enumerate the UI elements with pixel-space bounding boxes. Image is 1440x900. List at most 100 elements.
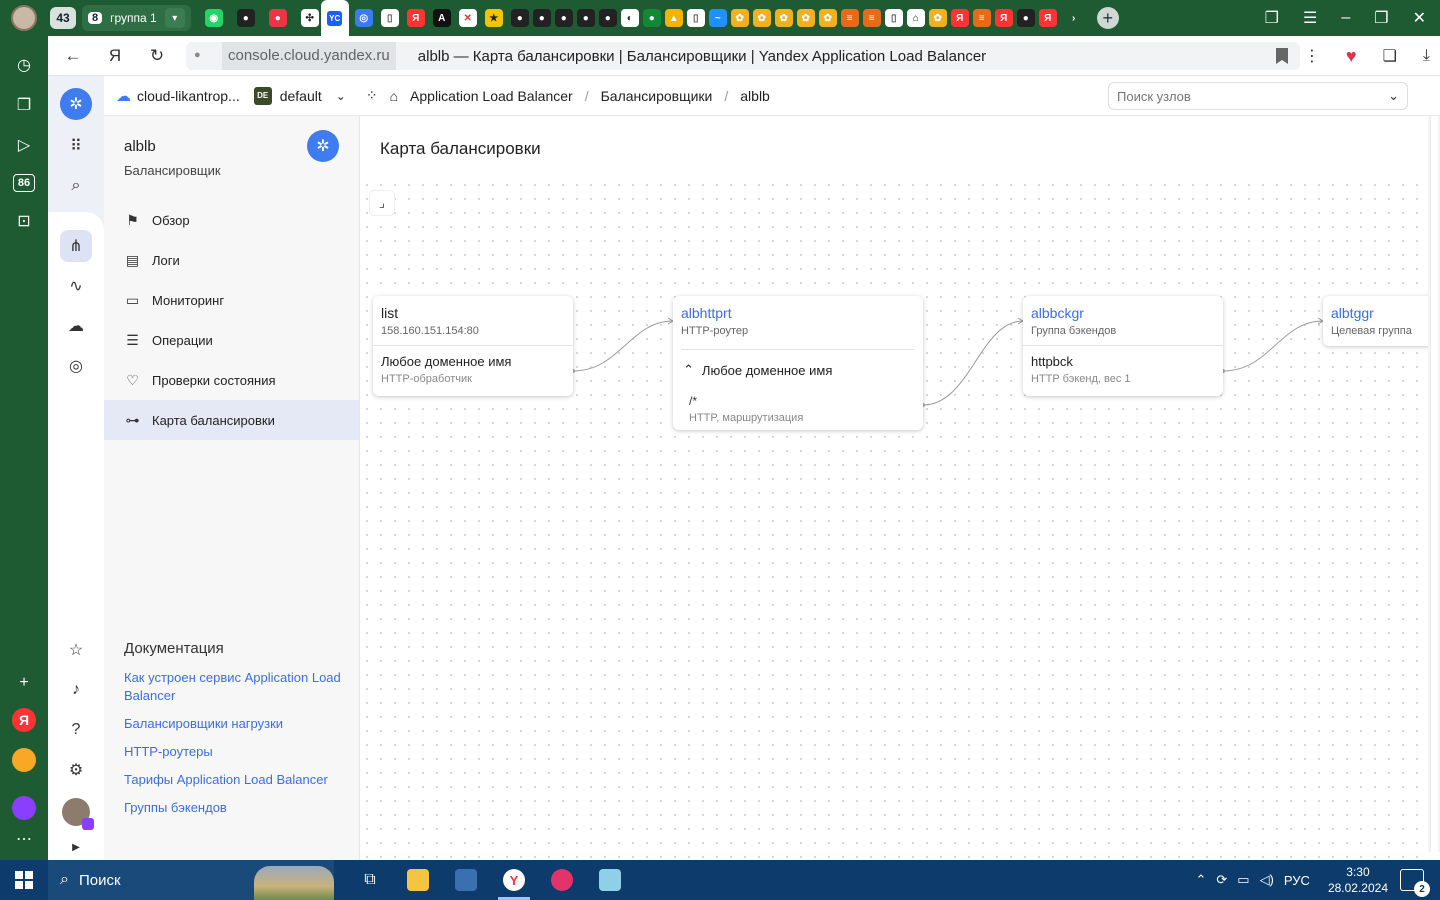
tab-icon[interactable]: ✕ xyxy=(458,9,477,27)
mail-icon[interactable] xyxy=(12,748,36,772)
home-icon[interactable]: ⌂ xyxy=(390,88,398,104)
alice-icon[interactable] xyxy=(12,796,36,820)
grid-tab-icon[interactable]: ✣ xyxy=(300,9,319,27)
balancing-map-canvas[interactable]: ⌟ list 158.160.151.154:80 Любое доменное… xyxy=(360,178,1428,860)
services-grid-icon[interactable]: ⠿ xyxy=(60,130,92,162)
breadcrumb-service[interactable]: Application Load Balancer xyxy=(410,88,573,104)
menu-item-overview[interactable]: ⚑ Обзор xyxy=(104,200,359,240)
tab-icon[interactable]: ◎ xyxy=(354,9,373,27)
tab-icon[interactable]: ✿ xyxy=(928,9,947,27)
tab-icon[interactable]: ⌂ xyxy=(906,9,925,27)
restore-icon[interactable]: ❐ xyxy=(1374,8,1388,28)
yandex-icon[interactable]: Я xyxy=(12,708,36,732)
notes-taskbar-app[interactable] xyxy=(586,860,634,900)
tab-icon[interactable]: A xyxy=(432,9,451,27)
app-tab-icon[interactable]: ● xyxy=(268,9,287,27)
host-group-toggle[interactable]: ⌃ Любое доменное имя xyxy=(683,362,923,378)
menu-item-monitoring[interactable]: ▭ Мониторинг xyxy=(104,280,359,320)
node-search-input[interactable] xyxy=(1117,88,1377,104)
tab-icon[interactable]: ● xyxy=(642,9,661,27)
stackoverflow-tab-icon[interactable]: ≡ xyxy=(862,9,881,27)
scrollbar[interactable] xyxy=(1428,116,1440,852)
star-icon[interactable]: ☆ xyxy=(60,634,92,666)
url-field[interactable]: ● console.cloud.yandex.ru alblb — Карта … xyxy=(186,42,1300,70)
collections-icon[interactable]: ❐ xyxy=(1265,8,1279,28)
chevron-down-icon[interactable]: ⌄ xyxy=(336,89,346,103)
cloud-icon[interactable]: ☁ xyxy=(60,310,92,342)
volume-icon[interactable]: ◁) xyxy=(1260,872,1274,888)
target-icon[interactable]: ◎ xyxy=(60,350,92,382)
virtualbox-taskbar-app[interactable] xyxy=(442,860,490,900)
stackoverflow-tab-icon[interactable]: ≡ xyxy=(972,9,991,27)
yandex-tab-icon[interactable]: Я xyxy=(1038,9,1057,27)
github-tab-icon[interactable]: ● xyxy=(576,9,595,27)
menu-item-balancing-map[interactable]: ⊶ Карта балансировки xyxy=(104,400,359,440)
cloud-name[interactable]: cloud-likantrop... xyxy=(137,88,240,104)
yandex-home-icon[interactable]: Я xyxy=(104,45,126,67)
load-balancer-icon[interactable]: ⋔ xyxy=(60,230,92,262)
menu-item-logs[interactable]: ▤ Логи xyxy=(104,240,359,280)
breadcrumb-list[interactable]: Балансировщики xyxy=(601,88,713,104)
pocket-icon[interactable]: ♥ xyxy=(1346,46,1357,67)
chevron-right-icon[interactable]: › xyxy=(1065,9,1083,27)
back-button[interactable]: ← xyxy=(62,45,84,67)
chevron-down-icon[interactable]: ▾ xyxy=(164,8,185,28)
download-icon[interactable]: ⤓ xyxy=(1423,47,1430,65)
close-icon[interactable]: ✕ xyxy=(1413,8,1426,28)
doc-tab-icon[interactable]: ▯ xyxy=(884,9,903,27)
yandex-tab-icon[interactable]: Я xyxy=(994,9,1013,27)
lock-icon[interactable]: ● xyxy=(194,49,208,63)
doc-link[interactable]: Как устроен сервис Application Load Bala… xyxy=(124,669,344,705)
github-tab-icon[interactable]: ● xyxy=(236,9,255,27)
doc-link[interactable]: Группы бэкендов xyxy=(124,799,344,817)
github-tab-icon[interactable]: ● xyxy=(554,9,573,27)
yandex-browser-taskbar-app[interactable]: Y xyxy=(490,860,538,900)
chevron-up-icon[interactable]: ⌃ xyxy=(1195,872,1206,888)
profile-avatar[interactable] xyxy=(11,5,37,31)
router-node[interactable]: albhttprt HTTP-роутер ⌃ Любое доменное и… xyxy=(673,296,923,430)
doc-tab-icon[interactable]: ▯ xyxy=(380,9,399,27)
tab-icon[interactable]: ✿ xyxy=(818,9,837,27)
tab-icon[interactable]: ~ xyxy=(708,9,727,27)
collections-icon[interactable]: ❐ xyxy=(13,94,35,116)
alb-service-icon[interactable]: ⁘ xyxy=(366,87,378,104)
target-group-title-link[interactable]: albtggr xyxy=(1331,305,1425,321)
notification-center-icon[interactable]: 2 xyxy=(1400,869,1430,897)
backend-group-node[interactable]: albbckgr Группа бэкендов httpbck HTTP бэ… xyxy=(1023,296,1223,396)
resource-action-button[interactable]: ✲ xyxy=(307,130,339,162)
yandex-tab-icon[interactable]: Я xyxy=(950,9,969,27)
counter-badge[interactable]: 86 xyxy=(13,174,35,192)
search-icon[interactable]: ⌕ xyxy=(60,170,92,202)
tab-icon[interactable]: ◐ xyxy=(620,9,639,27)
bookmark-icon[interactable] xyxy=(1276,48,1288,64)
more-vertical-icon[interactable]: ⋮ xyxy=(1304,46,1320,66)
whatsapp-tab-icon[interactable]: ◉ xyxy=(204,9,223,27)
tab-group[interactable]: 8 группа 1 ▾ xyxy=(82,5,191,31)
chevron-down-icon[interactable]: ⌄ xyxy=(1388,88,1399,104)
menu-item-operations[interactable]: ☰ Операции xyxy=(104,320,359,360)
minimize-icon[interactable]: – xyxy=(1341,9,1350,27)
tab-icon[interactable]: ✿ xyxy=(796,9,815,27)
clock[interactable]: 3:30 28.02.2024 xyxy=(1328,864,1388,896)
more-icon[interactable]: ⋯ xyxy=(13,828,35,850)
backend-group-title-link[interactable]: albbckgr xyxy=(1031,305,1215,321)
yandex-cloud-logo[interactable]: ✲ xyxy=(60,88,92,120)
routes-icon[interactable]: ∿ xyxy=(60,270,92,302)
target-group-node[interactable]: albtggr Целевая группа xyxy=(1323,296,1428,346)
doc-link[interactable]: HTTP-роутеры xyxy=(124,743,344,761)
screenshot-icon[interactable]: ⊡ xyxy=(13,210,35,232)
github-tab-icon[interactable]: ● xyxy=(532,9,551,27)
route-item[interactable]: /* HTTP, маршрутизация xyxy=(689,394,923,424)
node-search[interactable]: ⌄ xyxy=(1108,82,1408,110)
start-button[interactable] xyxy=(0,860,48,900)
stackoverflow-tab-icon[interactable]: ≡ xyxy=(840,9,859,27)
doc-link[interactable]: Тарифы Application Load Balancer xyxy=(124,771,344,789)
expand-icon[interactable]: ▶ xyxy=(60,836,92,858)
user-avatar[interactable] xyxy=(60,796,94,830)
tab-icon[interactable]: ✿ xyxy=(752,9,771,27)
history-icon[interactable]: ◷ xyxy=(13,54,35,76)
github-tab-icon[interactable]: ● xyxy=(510,9,529,27)
extensions-icon[interactable]: ❏ xyxy=(1383,46,1397,66)
language-indicator[interactable]: РУС xyxy=(1284,873,1310,888)
tab-icon[interactable]: ▲ xyxy=(664,9,683,27)
